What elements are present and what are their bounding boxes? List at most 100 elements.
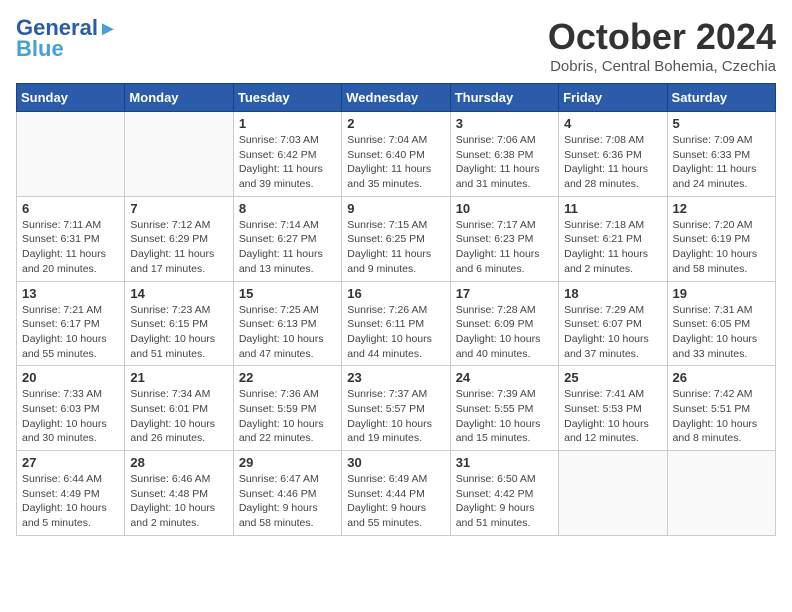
day-number: 11 — [564, 201, 661, 216]
calendar-cell: 24Sunrise: 7:39 AMSunset: 5:55 PMDayligh… — [450, 366, 558, 451]
week-row-5: 27 Sunrise: 6:44 AMSunset: 4:49 PMDayligh… — [17, 451, 776, 536]
day-info: Sunrise: 6:44 AMSunset: 4:49 PMDaylight:… — [22, 472, 119, 531]
calendar-cell: 15 Sunrise: 7:25 AMSunset: 6:13 PMDayligh… — [233, 281, 341, 366]
calendar-cell: 1Sunrise: 7:03 AMSunset: 6:42 PMDaylight… — [233, 112, 341, 197]
page-header: General► Blue October 2024 Dobris, Centr… — [16, 16, 776, 75]
calendar-cell: 30 Sunrise: 6:49 AMSunset: 4:44 PMDayligh… — [342, 451, 450, 536]
day-number: 30 — [347, 455, 444, 470]
calendar-cell: 11 Sunrise: 7:18 AMSunset: 6:21 PMDayligh… — [559, 196, 667, 281]
day-number: 3 — [456, 116, 553, 131]
day-info: Sunrise: 7:42 AMSunset: 5:51 PMDaylight:… — [673, 387, 770, 446]
week-row-2: 6 Sunrise: 7:11 AMSunset: 6:31 PMDaylight… — [17, 196, 776, 281]
day-number: 9 — [347, 201, 444, 216]
calendar-cell: 17 Sunrise: 7:28 AMSunset: 6:09 PMDayligh… — [450, 281, 558, 366]
day-info: Sunrise: 7:37 AMSunset: 5:57 PMDaylight:… — [347, 387, 444, 446]
calendar-cell: 6 Sunrise: 7:11 AMSunset: 6:31 PMDaylight… — [17, 196, 125, 281]
calendar-cell: 20 Sunrise: 7:33 AMSunset: 6:03 PMDayligh… — [17, 366, 125, 451]
calendar-cell: 23 Sunrise: 7:37 AMSunset: 5:57 PMDayligh… — [342, 366, 450, 451]
day-info: Sunrise: 7:25 AMSunset: 6:13 PMDaylight:… — [239, 303, 336, 362]
day-info: Sunrise: 6:49 AMSunset: 4:44 PMDaylight:… — [347, 472, 444, 531]
calendar-cell: 7Sunrise: 7:12 AMSunset: 6:29 PMDaylight… — [125, 196, 233, 281]
day-info: Sunrise: 7:18 AMSunset: 6:21 PMDaylight:… — [564, 218, 661, 277]
day-number: 26 — [673, 370, 770, 385]
day-info: Sunrise: 7:03 AMSunset: 6:42 PMDaylight:… — [239, 133, 336, 192]
day-number: 2 — [347, 116, 444, 131]
day-number: 20 — [22, 370, 119, 385]
calendar-cell: 27 Sunrise: 6:44 AMSunset: 4:49 PMDayligh… — [17, 451, 125, 536]
day-info: Sunrise: 7:33 AMSunset: 6:03 PMDaylight:… — [22, 387, 119, 446]
day-number: 13 — [22, 286, 119, 301]
day-number: 7 — [130, 201, 227, 216]
calendar-cell: 4 Sunrise: 7:08 AMSunset: 6:36 PMDaylight… — [559, 112, 667, 197]
day-number: 21 — [130, 370, 227, 385]
calendar-cell — [125, 112, 233, 197]
day-number: 29 — [239, 455, 336, 470]
day-number: 27 — [22, 455, 119, 470]
day-info: Sunrise: 7:20 AMSunset: 6:19 PMDaylight:… — [673, 218, 770, 277]
day-info: Sunrise: 7:06 AMSunset: 6:38 PMDaylight:… — [456, 133, 553, 192]
calendar-cell: 16 Sunrise: 7:26 AMSunset: 6:11 PMDayligh… — [342, 281, 450, 366]
day-number: 12 — [673, 201, 770, 216]
day-number: 18 — [564, 286, 661, 301]
calendar-cell: 26 Sunrise: 7:42 AMSunset: 5:51 PMDayligh… — [667, 366, 775, 451]
calendar-cell: 19 Sunrise: 7:31 AMSunset: 6:05 PMDayligh… — [667, 281, 775, 366]
day-info: Sunrise: 7:11 AMSunset: 6:31 PMDaylight:… — [22, 218, 119, 277]
day-number: 4 — [564, 116, 661, 131]
day-number: 6 — [22, 201, 119, 216]
calendar-cell: 21 Sunrise: 7:34 AMSunset: 6:01 PMDayligh… — [125, 366, 233, 451]
day-number: 10 — [456, 201, 553, 216]
day-info: Sunrise: 7:36 AMSunset: 5:59 PMDaylight:… — [239, 387, 336, 446]
calendar-cell — [559, 451, 667, 536]
day-info: Sunrise: 7:34 AMSunset: 6:01 PMDaylight:… — [130, 387, 227, 446]
calendar-cell: 8 Sunrise: 7:14 AMSunset: 6:27 PMDaylight… — [233, 196, 341, 281]
calendar-cell: 22 Sunrise: 7:36 AMSunset: 5:59 PMDayligh… — [233, 366, 341, 451]
day-number: 5 — [673, 116, 770, 131]
calendar-cell: 13 Sunrise: 7:21 AMSunset: 6:17 PMDayligh… — [17, 281, 125, 366]
day-info: Sunrise: 7:15 AMSunset: 6:25 PMDaylight:… — [347, 218, 444, 277]
calendar-cell: 28 Sunrise: 6:46 AMSunset: 4:48 PMDayligh… — [125, 451, 233, 536]
day-number: 23 — [347, 370, 444, 385]
week-row-3: 13 Sunrise: 7:21 AMSunset: 6:17 PMDayligh… — [17, 281, 776, 366]
weekday-header-tuesday: Tuesday — [233, 84, 341, 112]
day-number: 31 — [456, 455, 553, 470]
weekday-header-wednesday: Wednesday — [342, 84, 450, 112]
day-info: Sunrise: 7:21 AMSunset: 6:17 PMDaylight:… — [22, 303, 119, 362]
day-info: Sunrise: 7:17 AMSunset: 6:23 PMDaylight:… — [456, 218, 553, 277]
calendar-cell: 2 Sunrise: 7:04 AMSunset: 6:40 PMDaylight… — [342, 112, 450, 197]
day-info: Sunrise: 6:47 AMSunset: 4:46 PMDaylight:… — [239, 472, 336, 531]
logo: General► Blue — [16, 16, 118, 62]
day-info: Sunrise: 7:08 AMSunset: 6:36 PMDaylight:… — [564, 133, 661, 192]
month-title: October 2024 — [548, 16, 776, 58]
calendar-cell: 3 Sunrise: 7:06 AMSunset: 6:38 PMDaylight… — [450, 112, 558, 197]
calendar-cell: 25Sunrise: 7:41 AMSunset: 5:53 PMDayligh… — [559, 366, 667, 451]
day-info: Sunrise: 7:23 AMSunset: 6:15 PMDaylight:… — [130, 303, 227, 362]
day-number: 22 — [239, 370, 336, 385]
calendar-cell: 9 Sunrise: 7:15 AMSunset: 6:25 PMDaylight… — [342, 196, 450, 281]
day-number: 17 — [456, 286, 553, 301]
day-number: 15 — [239, 286, 336, 301]
weekday-header-thursday: Thursday — [450, 84, 558, 112]
day-info: Sunrise: 7:29 AMSunset: 6:07 PMDaylight:… — [564, 303, 661, 362]
day-number: 28 — [130, 455, 227, 470]
day-number: 25 — [564, 370, 661, 385]
calendar-cell: 10 Sunrise: 7:17 AMSunset: 6:23 PMDayligh… — [450, 196, 558, 281]
day-info: Sunrise: 6:46 AMSunset: 4:48 PMDaylight:… — [130, 472, 227, 531]
weekday-header-sunday: Sunday — [17, 84, 125, 112]
day-number: 19 — [673, 286, 770, 301]
day-number: 8 — [239, 201, 336, 216]
weekday-header-saturday: Saturday — [667, 84, 775, 112]
weekday-header-friday: Friday — [559, 84, 667, 112]
day-number: 16 — [347, 286, 444, 301]
calendar-cell: 18 Sunrise: 7:29 AMSunset: 6:07 PMDayligh… — [559, 281, 667, 366]
calendar-cell: 12 Sunrise: 7:20 AMSunset: 6:19 PMDayligh… — [667, 196, 775, 281]
week-row-4: 20 Sunrise: 7:33 AMSunset: 6:03 PMDayligh… — [17, 366, 776, 451]
day-info: Sunrise: 6:50 AMSunset: 4:42 PMDaylight:… — [456, 472, 553, 531]
day-info: Sunrise: 7:39 AMSunset: 5:55 PMDaylight:… — [456, 387, 553, 446]
day-info: Sunrise: 7:09 AMSunset: 6:33 PMDaylight:… — [673, 133, 770, 192]
day-info: Sunrise: 7:28 AMSunset: 6:09 PMDaylight:… — [456, 303, 553, 362]
day-info: Sunrise: 7:26 AMSunset: 6:11 PMDaylight:… — [347, 303, 444, 362]
day-info: Sunrise: 7:31 AMSunset: 6:05 PMDaylight:… — [673, 303, 770, 362]
day-info: Sunrise: 7:14 AMSunset: 6:27 PMDaylight:… — [239, 218, 336, 277]
day-info: Sunrise: 7:04 AMSunset: 6:40 PMDaylight:… — [347, 133, 444, 192]
weekday-header-monday: Monday — [125, 84, 233, 112]
